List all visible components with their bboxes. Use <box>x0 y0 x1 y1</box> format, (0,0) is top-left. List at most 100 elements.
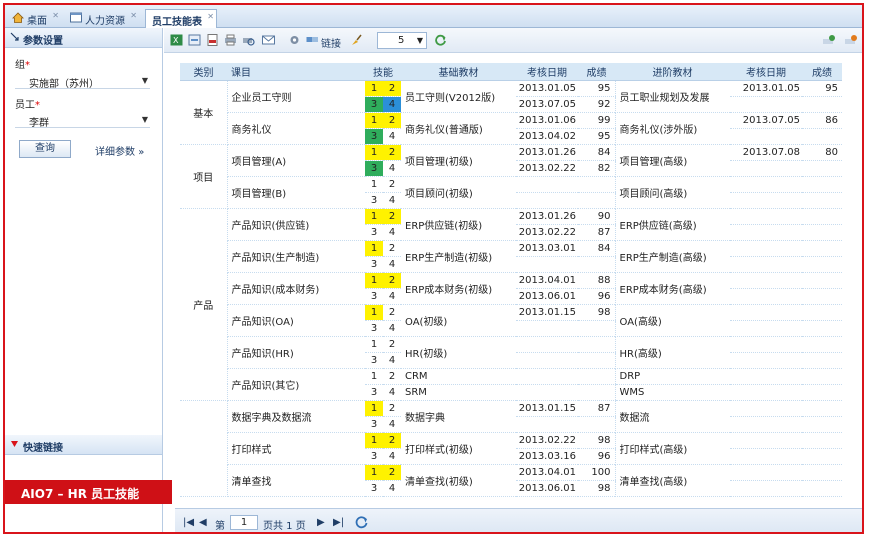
header-basic-material[interactable]: 基础教材 <box>401 63 516 81</box>
header-course[interactable]: 课目 <box>227 63 365 81</box>
refresh-icon[interactable] <box>355 515 369 529</box>
arrow-icon <box>11 441 18 447</box>
table-row[interactable]: 数据字典及数据流 1 2 数据字典 2013.01.15 87 数据流 <box>180 400 842 497</box>
skill-level-1: 1 <box>365 208 383 225</box>
header-skill[interactable]: 技能 <box>365 63 401 81</box>
header-score[interactable]: 成绩 <box>578 63 615 81</box>
skill-level-1: 1 <box>365 304 383 321</box>
skill-level-3: 3 <box>365 384 383 401</box>
header-category[interactable]: 类别 <box>180 63 227 81</box>
skill-level-4: 4 <box>383 352 401 369</box>
score-cell: 87 <box>578 224 615 241</box>
employee-select[interactable]: 李群 ▼ <box>15 112 150 129</box>
link-label[interactable]: 链接 <box>321 35 341 50</box>
table-row[interactable]: 项目管理(B) 1 2 项目顾问(初级) 项目顾问(高级) <box>180 176 842 209</box>
table-row[interactable]: 产品知识(OA) 1 2 OA(初级) 2013.01.15 98 OA(高级) <box>180 304 842 337</box>
skill-level-2: 2 <box>383 304 401 321</box>
score-cell: 95 <box>578 80 615 97</box>
table-row[interactable]: 产品知识(HR) 1 2 HR(初级) HR(高级) <box>180 336 842 369</box>
tab-desktop[interactable]: 桌面 ✕ <box>9 9 61 28</box>
export-icon[interactable] <box>188 34 201 46</box>
table-row[interactable]: 产品知识(其它) 1 2 CRM DRP <box>180 368 842 401</box>
exam-date-cell: 2013.02.22 <box>516 432 578 449</box>
skill-level-2: 2 <box>383 432 401 449</box>
page-total-label: 页共 1 页 <box>263 521 306 532</box>
course-cell: 产品知识(OA) <box>227 304 365 337</box>
pdf-icon[interactable] <box>206 34 219 46</box>
table-row[interactable]: 产品 产品知识(供应链) 1 2 ERP供应链(初级) 2013.01.26 9… <box>180 208 842 401</box>
table-row[interactable]: 产品知识(成本财务) 1 2 ERP成本财务(初级) 2013.04.01 88… <box>180 272 842 305</box>
prev-page-icon[interactable]: ◀ <box>199 517 207 528</box>
course-cell: 打印样式 <box>227 432 365 465</box>
settings-icon[interactable] <box>288 34 301 46</box>
table-row[interactable]: 清单查找 1 2 清单查找(初级) 2013.04.01 100 清单查找(高级… <box>180 464 842 497</box>
adv-score-cell: 80 <box>802 144 842 161</box>
tab-employee-skills[interactable]: 员工技能表 ✕ <box>145 9 217 28</box>
basic-material-cell: 项目管理(初级) <box>401 144 516 177</box>
table-row[interactable]: 项目 项目管理(A) 1 2 项目管理(初级) 2013.01.26 84 项目… <box>180 144 842 209</box>
score-cell: 96 <box>578 448 615 465</box>
next-page-icon[interactable]: ▶ <box>317 517 325 528</box>
tab-employee-skills-label: 员工技能表 <box>152 17 202 28</box>
skill-level-2: 2 <box>383 400 401 417</box>
quick-links-title: 快速链接 <box>23 443 63 454</box>
page-number-input[interactable]: 1 <box>230 515 258 530</box>
exam-date-cell: 2013.04.02 <box>516 128 578 145</box>
skill-level-3: 3 <box>365 480 383 497</box>
table-row[interactable]: 基本 企业员工守则 1 2 员工守则(V2012版) 2013.01.05 95… <box>180 80 842 145</box>
skill-level-2: 2 <box>383 208 401 225</box>
print-icon[interactable] <box>224 34 237 46</box>
tab-hr[interactable]: 人力资源 ✕ <box>67 9 139 28</box>
category-cell: 基本 <box>180 80 228 145</box>
email-icon[interactable] <box>262 34 275 46</box>
close-icon[interactable]: ✕ <box>52 11 59 20</box>
add-row-icon[interactable] <box>822 34 835 46</box>
home-icon <box>12 12 24 23</box>
close-icon[interactable]: ✕ <box>207 12 214 21</box>
adv-exam-date-cell: 2013.07.05 <box>730 112 802 129</box>
header-exam-date[interactable]: 考核日期 <box>516 63 578 81</box>
refresh-icon[interactable] <box>434 34 447 46</box>
first-page-icon[interactable]: |◀ <box>183 517 194 528</box>
header-exam-date-2[interactable]: 考核日期 <box>730 63 802 81</box>
print-preview-icon[interactable] <box>242 34 255 46</box>
skill-level-2: 2 <box>383 336 401 353</box>
skill-level-1: 1 <box>365 176 383 193</box>
pager-bar: |◀ ◀ 第 1 页共 1 页 ▶ ▶| <box>175 508 862 532</box>
skill-level-1: 1 <box>365 240 383 257</box>
group-select[interactable]: 实施部（苏州） ▼ <box>15 73 150 90</box>
collapse-icon[interactable] <box>9 31 20 42</box>
table-row[interactable]: 商务礼仪 1 2 商务礼仪(普通版) 2013.01.06 99 商务礼仪(涉外… <box>180 112 842 145</box>
exam-date-cell: 2013.01.06 <box>516 112 578 129</box>
link-icon[interactable] <box>306 34 319 46</box>
brush-icon[interactable] <box>350 34 363 46</box>
last-page-icon[interactable]: ▶| <box>333 517 344 528</box>
table-row[interactable]: 产品知识(生产制造) 1 2 ERP生产制造(初级) 2013.03.01 84… <box>180 240 842 273</box>
score-cell: 95 <box>578 128 615 145</box>
basic-material-cell: 数据字典 <box>401 400 516 433</box>
delete-row-icon[interactable] <box>844 34 857 46</box>
skill-level-3: 3 <box>365 256 383 273</box>
excel-icon[interactable]: X <box>170 34 183 46</box>
course-cell: 数据字典及数据流 <box>227 400 365 433</box>
page-size-select[interactable]: 5 ▼ <box>377 32 427 49</box>
close-icon[interactable]: ✕ <box>130 11 137 20</box>
detail-params-link[interactable]: 详细参数 » <box>95 143 144 158</box>
basic-material-cell: ERP供应链(初级) <box>401 208 516 241</box>
table-row[interactable]: 打印样式 1 2 打印样式(初级) 2013.02.22 98 打印样式(高级) <box>180 432 842 465</box>
adv-score-cell: 95 <box>802 80 842 97</box>
basic-material-cell: 员工守则(V2012版) <box>401 80 516 113</box>
tab-hr-label: 人力资源 <box>85 16 125 27</box>
exam-date-cell: 2013.01.26 <box>516 144 578 161</box>
skill-level-4: 4 <box>383 224 401 241</box>
score-cell: 96 <box>578 288 615 305</box>
query-button[interactable]: 查询 <box>19 140 71 158</box>
course-cell: 产品知识(成本财务) <box>227 272 365 305</box>
advanced-material-cell: 项目管理(高级) <box>614 144 730 177</box>
header-advanced-material[interactable]: 进阶教材 <box>615 63 730 81</box>
score-cell: 98 <box>578 432 615 449</box>
exam-date-cell: 2013.03.01 <box>516 240 578 257</box>
header-score-2[interactable]: 成绩 <box>802 63 842 81</box>
skill-level-3: 3 <box>365 352 383 369</box>
skill-level-2: 2 <box>383 144 401 161</box>
